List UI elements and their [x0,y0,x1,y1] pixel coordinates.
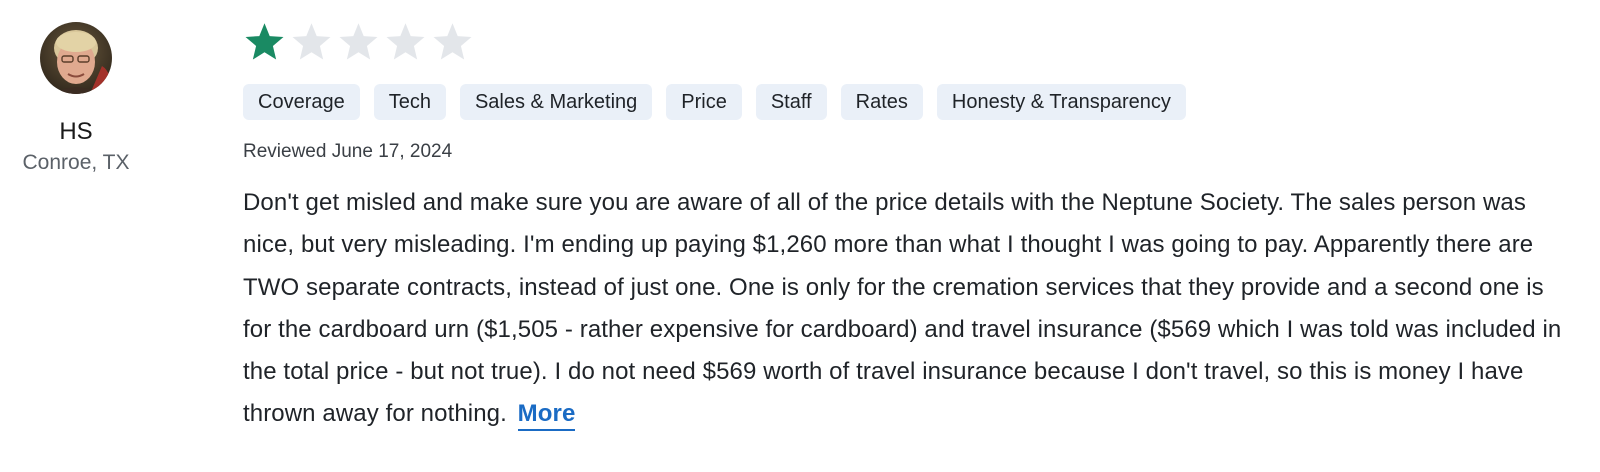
tag-tech[interactable]: Tech [373,84,446,120]
star-empty-icon [339,23,378,60]
more-link[interactable]: More [517,400,576,432]
review-text: Don't get misled and make sure you are a… [243,189,1562,428]
author-location: Conroe, TX [22,151,130,174]
tag-staff[interactable]: Staff [755,84,827,120]
avatar [40,22,112,94]
review-tags: Coverage Tech Sales & Marketing Price Staff R… [243,84,1578,120]
star-filled-icon [245,23,284,60]
review-body: Don't get misled and make sure you are a… [243,182,1578,436]
tag-coverage[interactable]: Coverage [243,84,360,120]
review-content: Coverage Tech Sales & Marketing Price Staff R… [243,20,1578,436]
tag-rates[interactable]: Rates [840,84,923,120]
tag-sales-marketing[interactable]: Sales & Marketing [459,84,653,120]
tag-price[interactable]: Price [666,84,742,120]
tag-honesty-transparency[interactable]: Honesty & Transparency [936,84,1186,120]
star-empty-icon [292,23,331,60]
avatar-photo [40,22,112,94]
star-rating [243,20,1578,66]
star-empty-icon [386,23,425,60]
star-empty-icon [433,23,472,60]
review-author: HS Conroe, TX [0,22,152,176]
author-name: HS [59,118,93,145]
review-date: Reviewed June 17, 2024 [243,141,453,162]
review-card: HS Conroe, TX Coverage Tech Sales & Market… [0,0,1600,472]
